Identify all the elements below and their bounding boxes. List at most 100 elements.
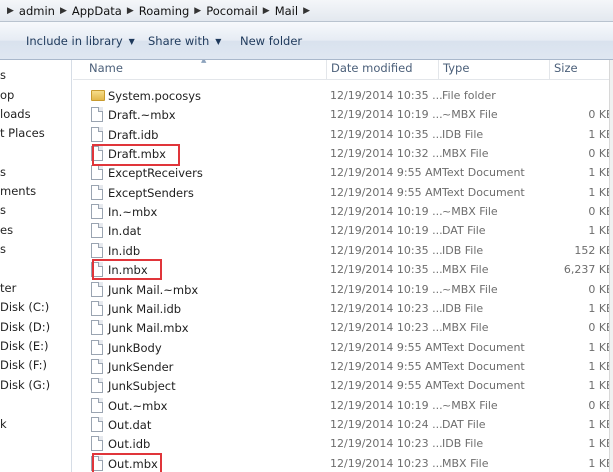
file-date-modified: 12/19/2014 10:32 ... xyxy=(330,147,443,161)
nav-item[interactable]: ments xyxy=(0,182,36,200)
breadcrumb-mail[interactable]: Mail xyxy=(275,4,298,18)
nav-item[interactable]: s xyxy=(0,240,6,258)
address-bar[interactable]: ▶ admin ▶ AppData ▶ Roaming ▶ Pocomail ▶… xyxy=(0,0,613,22)
file-row[interactable]: JunkSubject 12/19/2014 9:55 AM Text Docume… xyxy=(73,376,613,395)
file-row[interactable]: ExceptReceivers 12/19/2014 9:55 AM Text Do… xyxy=(73,163,613,182)
file-type: IDB File xyxy=(442,127,484,141)
file-row[interactable]: JunkBody 12/19/2014 9:55 AM Text Document 1… xyxy=(73,338,613,357)
column-header-name[interactable]: Name xyxy=(85,60,329,80)
column-header-date[interactable]: Date modified xyxy=(326,60,438,80)
file-icon xyxy=(91,184,103,200)
file-name: Junk Mail.~mbx xyxy=(108,282,199,297)
include-in-library-label: Include in library xyxy=(26,34,123,48)
file-icon xyxy=(91,455,103,471)
file-row[interactable]: Junk Mail.mbx 12/19/2014 10:23 ... MBX Fil… xyxy=(73,318,613,337)
file-icon xyxy=(91,262,103,278)
include-in-library-button[interactable]: Include in library ▼ xyxy=(26,34,135,48)
file-date-modified: 12/19/2014 9:55 AM xyxy=(330,359,443,373)
file-icon xyxy=(91,397,103,413)
file-name: Out.dat xyxy=(108,417,152,432)
file-row[interactable]: Out.mbx 12/19/2014 10:23 ... MBX File 1 KE xyxy=(73,454,613,472)
file-size: 1 KE xyxy=(588,417,613,431)
nav-item[interactable]: k xyxy=(0,415,7,433)
nav-item-disk-e[interactable]: Disk (E:) xyxy=(0,337,48,355)
file-row[interactable]: In.~mbx 12/19/2014 10:19 ... ~MBX File 0 KE xyxy=(73,202,613,221)
file-row[interactable]: In.mbx 12/19/2014 10:35 ... MBX File 6,237 … xyxy=(73,260,613,279)
nav-item[interactable]: op xyxy=(0,86,14,104)
file-date-modified: 12/19/2014 10:19 ... xyxy=(330,108,443,122)
column-header-type[interactable]: Type xyxy=(438,60,549,80)
nav-item-disk-f[interactable]: Disk (F:) xyxy=(0,356,47,374)
breadcrumb-chevron-icon[interactable]: ▶ xyxy=(127,6,134,16)
breadcrumb-chevron-icon[interactable]: ▶ xyxy=(60,6,67,16)
file-size: 0 KE xyxy=(588,321,613,335)
file-date-modified: 12/19/2014 10:23 ... xyxy=(330,301,443,315)
share-with-button[interactable]: Share with ▼ xyxy=(148,34,221,48)
file-row[interactable]: Draft.mbx 12/19/2014 10:32 ... MBX File 0 K… xyxy=(73,144,613,163)
file-row[interactable]: Junk Mail.idb 12/19/2014 10:23 ... IDB Fil… xyxy=(73,299,613,318)
file-icon xyxy=(91,378,103,394)
file-type: IDB File xyxy=(442,301,484,315)
breadcrumb-roaming[interactable]: Roaming xyxy=(139,4,190,18)
file-row[interactable]: JunkSender 12/19/2014 9:55 AM Text Documen… xyxy=(73,357,613,376)
file-name: Out.mbx xyxy=(108,456,158,471)
file-type: IDB File xyxy=(442,437,484,451)
file-date-modified: 12/19/2014 10:23 ... xyxy=(330,437,443,451)
nav-item[interactable]: t Places xyxy=(0,124,45,142)
nav-item[interactable]: s xyxy=(0,163,6,181)
nav-item-disk-d[interactable]: Disk (D:) xyxy=(0,318,50,336)
file-size: 0 KE xyxy=(588,398,613,412)
nav-item[interactable]: s xyxy=(0,201,6,219)
new-folder-button[interactable]: New folder xyxy=(240,34,302,48)
file-row[interactable]: Draft.~mbx 12/19/2014 10:19 ... ~MBX File 0… xyxy=(73,105,613,124)
breadcrumb-chevron-icon[interactable]: ▶ xyxy=(303,6,310,16)
file-row[interactable]: In.idb 12/19/2014 10:35 ... IDB File 152 KE xyxy=(73,241,613,260)
nav-item[interactable]: ter xyxy=(0,279,16,297)
breadcrumb-chevron-icon[interactable]: ▶ xyxy=(7,6,14,16)
file-row[interactable]: System.pocosys 12/19/2014 10:35 ... File f… xyxy=(73,86,613,105)
file-size: 0 KE xyxy=(588,205,613,219)
column-header-row: Name ▲ Date modified Type Size xyxy=(73,60,613,80)
file-row[interactable]: Junk Mail.~mbx 12/19/2014 10:19 ... ~MBX F… xyxy=(73,280,613,299)
file-type: DAT File xyxy=(442,417,486,431)
file-date-modified: 12/19/2014 10:35 ... xyxy=(330,127,443,141)
breadcrumb-admin[interactable]: admin xyxy=(19,4,55,18)
sort-ascending-icon: ▲ xyxy=(201,60,207,64)
column-header-size[interactable]: Size xyxy=(549,60,613,80)
file-size: 1 KE xyxy=(588,166,613,180)
file-icon xyxy=(91,223,103,239)
breadcrumb-appdata[interactable]: AppData xyxy=(72,4,122,18)
nav-item[interactable]: loads xyxy=(0,105,31,123)
nav-item-disk-g[interactable]: Disk (G:) xyxy=(0,376,50,394)
file-list[interactable]: Name ▲ Date modified Type Size System.po… xyxy=(73,60,613,472)
file-row[interactable]: Draft.idb 12/19/2014 10:35 ... IDB File 1 K… xyxy=(73,125,613,144)
file-name: Draft.idb xyxy=(108,127,159,142)
file-type: IDB File xyxy=(442,243,484,257)
file-icon xyxy=(91,339,103,355)
file-date-modified: 12/19/2014 9:55 AM xyxy=(330,379,443,393)
nav-item[interactable]: s xyxy=(0,66,6,84)
file-row[interactable]: ExceptSenders 12/19/2014 9:55 AM Text Docu… xyxy=(73,183,613,202)
file-row[interactable]: Out.~mbx 12/19/2014 10:19 ... ~MBX File 0 K… xyxy=(73,396,613,415)
nav-item-disk-c[interactable]: Disk (C:) xyxy=(0,298,49,316)
folder-icon xyxy=(91,90,105,101)
file-icon xyxy=(91,146,103,162)
file-name: In.~mbx xyxy=(108,205,158,220)
file-date-modified: 12/19/2014 10:19 ... xyxy=(330,224,443,238)
file-size: 1 KE xyxy=(588,340,613,354)
file-row[interactable]: Out.dat 12/19/2014 10:24 ... DAT File 1 KE xyxy=(73,415,613,434)
breadcrumb-chevron-icon[interactable]: ▶ xyxy=(263,6,270,16)
file-type: MBX File xyxy=(442,456,489,470)
file-row[interactable]: In.dat 12/19/2014 10:19 ... DAT File 1 KE xyxy=(73,221,613,240)
file-size: 1 KE xyxy=(588,379,613,393)
vertical-scrollbar[interactable] xyxy=(609,60,613,472)
file-size: 1 KE xyxy=(588,359,613,373)
navigation-pane[interactable]: s op loads t Places s ments s es s ter D… xyxy=(0,60,72,472)
nav-item[interactable]: es xyxy=(0,221,13,239)
file-row[interactable]: Out.idb 12/19/2014 10:23 ... IDB File 1 KE xyxy=(73,434,613,453)
breadcrumb-chevron-icon[interactable]: ▶ xyxy=(194,6,201,16)
breadcrumb-pocomail[interactable]: Pocomail xyxy=(206,4,258,18)
file-type: ~MBX File xyxy=(442,205,498,219)
file-name: JunkSender xyxy=(108,359,174,374)
file-type: ~MBX File xyxy=(442,282,498,296)
